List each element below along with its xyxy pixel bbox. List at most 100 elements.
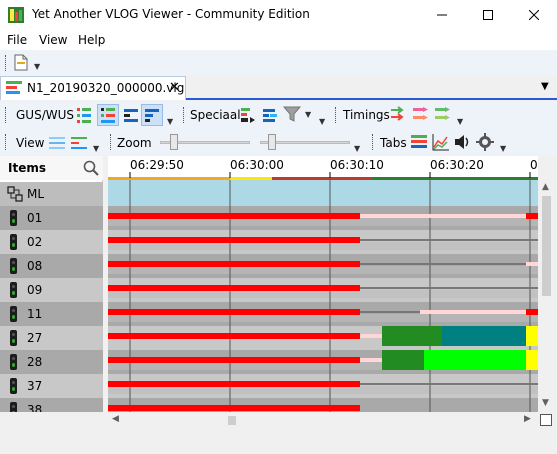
- view-dropdown-icon[interactable]: ▼: [93, 144, 99, 153]
- blue-bars-alt-icon: [145, 109, 159, 122]
- signal-bar-red: [108, 237, 360, 243]
- scroll-up-icon[interactable]: ▲: [542, 182, 549, 192]
- menu-view[interactable]: View: [39, 33, 67, 47]
- chart-icon[interactable]: [432, 133, 450, 151]
- list-item-label: ML: [27, 187, 45, 201]
- toolbar-grip[interactable]: [335, 107, 338, 123]
- signal-bar-green: [382, 350, 424, 370]
- corner-checkbox[interactable]: [540, 414, 552, 426]
- settings-gear-icon[interactable]: [476, 133, 494, 151]
- new-file-icon[interactable]: [14, 54, 28, 71]
- timeline-area[interactable]: 06:29:50 06:30:00 06:30:10 06:30:20 0: [108, 156, 538, 412]
- vertical-scrollbar[interactable]: ▲ ▼: [538, 180, 555, 412]
- list-item[interactable]: 37: [0, 374, 103, 398]
- list-item-ml[interactable]: ML: [0, 182, 103, 206]
- tick-label: 06:30:10: [330, 158, 384, 172]
- timings-dropdown-icon[interactable]: ▼: [457, 117, 463, 126]
- speciaal-icon[interactable]: [239, 106, 257, 124]
- zoom-slider-handle[interactable]: [170, 134, 178, 150]
- gus-wus-label: GUS/WUS: [16, 108, 75, 122]
- signal-bar-red: [526, 309, 538, 315]
- title-bar: Yet Another VLOG Viewer - Community Edit…: [0, 0, 557, 30]
- horizontal-scroll-thumb[interactable]: [228, 416, 236, 425]
- wus-view-icon: [101, 108, 115, 123]
- signal-line: [360, 287, 538, 289]
- zoom-slider2-handle[interactable]: [268, 134, 276, 150]
- sound-icon[interactable]: [454, 133, 472, 151]
- timing-arrows-green-icon[interactable]: [434, 105, 452, 123]
- window-title: Yet Another VLOG Viewer - Community Edit…: [32, 7, 310, 21]
- search-icon[interactable]: [83, 160, 99, 176]
- menu-help[interactable]: Help: [78, 33, 105, 47]
- header-marker-green: [372, 177, 538, 180]
- new-file-dropdown-icon[interactable]: ▼: [34, 62, 40, 71]
- scroll-right-icon[interactable]: ▶: [524, 414, 531, 424]
- list-item[interactable]: 38: [0, 398, 103, 412]
- list-item[interactable]: 28: [0, 350, 103, 374]
- list-item-label: 11: [27, 307, 43, 321]
- gus-dropdown-icon[interactable]: ▼: [167, 117, 173, 126]
- toolbar-grip[interactable]: [5, 107, 8, 123]
- signal-line: [360, 311, 420, 313]
- list-item[interactable]: 27: [0, 326, 103, 350]
- toolbar-grip[interactable]: [110, 134, 113, 150]
- signal-bar-pink: [526, 262, 538, 266]
- items-header: Items: [0, 156, 103, 180]
- signal-bar-red: [108, 405, 360, 411]
- list-item-label: 01: [27, 211, 43, 225]
- tab-list-dropdown-icon[interactable]: ▼: [541, 81, 549, 92]
- menu-file[interactable]: File: [7, 33, 27, 47]
- close-icon: [529, 10, 539, 20]
- signal-bar-pink: [420, 310, 526, 314]
- toolbar-grip[interactable]: [5, 55, 8, 71]
- list-item[interactable]: 08: [0, 254, 103, 278]
- list-item[interactable]: 09: [0, 278, 103, 302]
- signal-bar-red: [526, 213, 538, 219]
- wus-view-button[interactable]: [97, 104, 119, 126]
- tab-document[interactable]: N1_20190320_000000.vlg ✕: [0, 76, 186, 100]
- timing-arrows-alt-icon[interactable]: [412, 105, 430, 123]
- toolbar-grip[interactable]: [183, 107, 186, 123]
- signal-bar-yellow: [526, 350, 538, 370]
- speciaal-dropdown-icon[interactable]: ▼: [319, 117, 325, 126]
- tick-label: 0: [530, 158, 538, 172]
- view-lines-icon[interactable]: [48, 134, 66, 152]
- blue-bars-alt-button[interactable]: [141, 104, 163, 126]
- gus-view-icon[interactable]: [75, 106, 93, 124]
- list-item[interactable]: 11: [0, 302, 103, 326]
- filter-dropdown-icon[interactable]: ▼: [305, 110, 311, 119]
- maximize-icon: [483, 10, 493, 20]
- tick-label: 06:30:00: [230, 158, 284, 172]
- maximize-button[interactable]: [465, 0, 511, 30]
- view-label: View: [16, 136, 45, 150]
- list-item[interactable]: 02: [0, 230, 103, 254]
- list-item[interactable]: 01: [0, 206, 103, 230]
- signal-bar-lime: [424, 350, 526, 370]
- tick-label: 06:30:20: [430, 158, 484, 172]
- traffic-light-icon: [10, 330, 17, 346]
- close-tab-icon[interactable]: ✕: [169, 80, 180, 95]
- zoom-dropdown-icon[interactable]: ▼: [354, 144, 360, 153]
- scroll-down-icon[interactable]: ▼: [542, 398, 549, 408]
- tabs-dropdown-icon[interactable]: ▼: [500, 144, 506, 153]
- signal-bar-red: [108, 309, 360, 315]
- timeline-canvas[interactable]: 06:29:50 06:30:00 06:30:10 06:30:20 0: [108, 156, 538, 412]
- horizontal-scrollbar[interactable]: ◀ ▶: [108, 412, 538, 429]
- blue-bars-icon[interactable]: [122, 106, 140, 124]
- minimize-button[interactable]: [419, 0, 465, 30]
- scroll-left-icon[interactable]: ◀: [112, 414, 119, 424]
- traffic-light-icon: [10, 282, 17, 298]
- toolbar-grip[interactable]: [5, 134, 8, 150]
- timing-arrows-icon[interactable]: [390, 105, 408, 123]
- traffic-light-icon: [10, 258, 17, 274]
- toolbar-grip[interactable]: [372, 134, 375, 150]
- filter-icon[interactable]: [283, 105, 301, 123]
- close-window-button[interactable]: [511, 0, 557, 30]
- document-tab-strip: N1_20190320_000000.vlg ✕ ▼: [0, 76, 557, 100]
- input-bars-icon[interactable]: [261, 106, 279, 124]
- view-colors-icon[interactable]: [70, 134, 88, 152]
- vertical-scroll-thumb[interactable]: [542, 196, 551, 296]
- tick-label: 06:29:50: [130, 158, 184, 172]
- tabs-list-icon[interactable]: [410, 133, 428, 151]
- document-tab-label: N1_20190320_000000.vlg: [27, 81, 185, 95]
